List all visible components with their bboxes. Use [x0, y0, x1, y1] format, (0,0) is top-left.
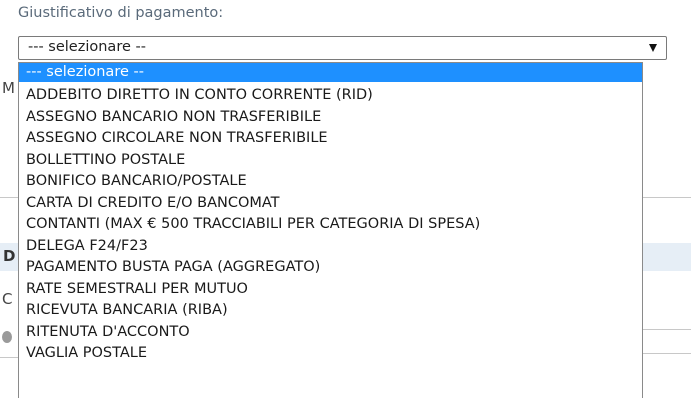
dropdown-option[interactable]: CARTA DI CREDITO E/O BANCOMAT	[19, 193, 642, 215]
background-divider	[0, 197, 18, 198]
dropdown-option[interactable]: VAGLIA POSTALE	[19, 343, 642, 365]
dropdown-option[interactable]: RITENUTA D'ACCONTO	[19, 322, 642, 344]
dropdown-option-selected[interactable]: --- selezionare --	[19, 63, 642, 82]
dropdown-option[interactable]: ASSEGNO CIRCOLARE NON TRASFERIBILE	[19, 128, 642, 150]
payment-form-page: M D C Giustificativo di pagamento: --- s…	[0, 0, 691, 398]
dropdown-option[interactable]: ASSEGNO BANCARIO NON TRASFERIBILE	[19, 107, 642, 129]
dropdown-arrow-icon[interactable]	[649, 44, 657, 52]
background-icon	[2, 331, 12, 343]
background-text-fragment: D	[3, 247, 16, 265]
payment-justification-select[interactable]: --- selezionare --	[18, 36, 667, 60]
field-label: Giustificativo di pagamento:	[18, 5, 224, 21]
background-text-fragment: C	[2, 290, 13, 308]
dropdown-option[interactable]: CONTANTI (MAX € 500 TRACCIABILI PER CATE…	[19, 214, 642, 236]
dropdown-options-list[interactable]: --- selezionare -- ADDEBITO DIRETTO IN CO…	[18, 62, 643, 398]
dropdown-option[interactable]: PAGAMENTO BUSTA PAGA (AGGREGATO)	[19, 257, 642, 279]
background-divider	[0, 357, 18, 358]
background-divider	[643, 353, 691, 354]
background-text-fragment: M	[2, 79, 15, 97]
select-current-value: --- selezionare --	[28, 39, 146, 55]
background-divider	[643, 329, 691, 330]
dropdown-option[interactable]: BONIFICO BANCARIO/POSTALE	[19, 171, 642, 193]
background-section-header	[643, 243, 691, 271]
dropdown-option[interactable]: RICEVUTA BANCARIA (RIBA)	[19, 300, 642, 322]
dropdown-option[interactable]: ADDEBITO DIRETTO IN CONTO CORRENTE (RID)	[19, 85, 642, 107]
dropdown-option[interactable]: RATE SEMESTRALI PER MUTUO	[19, 279, 642, 301]
background-divider	[643, 197, 691, 198]
dropdown-option[interactable]: BOLLETTINO POSTALE	[19, 150, 642, 172]
dropdown-option[interactable]: DELEGA F24/F23	[19, 236, 642, 258]
